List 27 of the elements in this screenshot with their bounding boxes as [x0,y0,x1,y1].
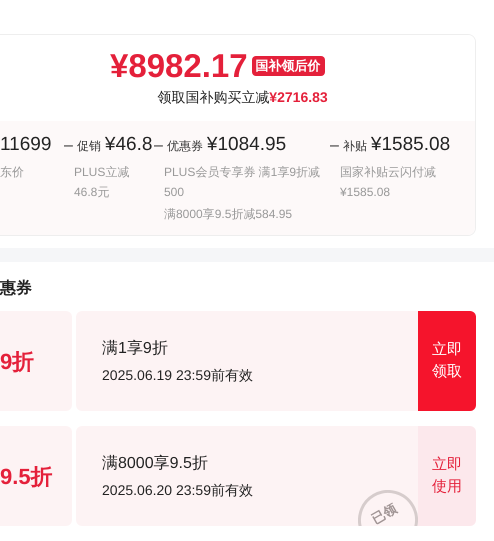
minus-sign: – [154,136,163,156]
coupon-title: 满8000享9.5折 [102,454,209,474]
coupon-validity: 2025.06.20 23:59前有效 [102,480,254,500]
price-badge: 国补领后价 [252,56,325,76]
minus-sign: – [64,136,73,156]
item-note: 满8000享9.5折减584.95 [163,206,294,222]
coupon-action-button[interactable]: 立即使用 [418,426,476,526]
item-amount: ¥46.8 [104,133,152,157]
item-note: PLUS会员专享券 满1享9折减500 [163,164,322,200]
item-note: 东价 [0,164,25,180]
item-amount: ¥1084.95 [206,133,286,157]
item-amount: 11699 [0,133,52,157]
coupon-title: 满1享9折 [102,338,169,358]
item-note: PLUS立减46.8元 [73,164,130,200]
final-price: ¥8982.17 [110,47,248,85]
item-label: 优惠券 [166,138,203,155]
coupon-action-button[interactable]: 立即领取 [418,311,476,411]
item-label: 促销 [76,138,101,155]
coupon-discount: 9.5折 [0,462,53,490]
coupon-validity: 2025.06.19 23:59前有效 [102,366,254,384]
minus-sign: – [330,136,339,156]
saving-label: 领取国补购买立减 [157,88,270,107]
item-label: 补贴 [342,138,367,155]
item-note: 国家补贴云闪付减¥1585.08 [339,164,437,200]
coupon-discount: 9折 [0,348,34,376]
item-amount: ¥1585.08 [370,133,450,157]
saving-amount: ¥2716.83 [269,88,328,107]
